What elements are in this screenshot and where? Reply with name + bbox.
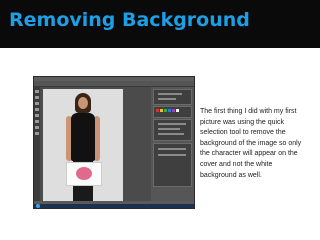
windows-taskbar: [34, 204, 194, 208]
swatch: [172, 109, 175, 112]
character-top: [71, 113, 95, 161]
image-canvas: [43, 89, 123, 201]
held-drawing: [66, 162, 102, 186]
tool-button: [35, 108, 39, 111]
photoshop-screenshot: [33, 76, 195, 209]
swatch: [176, 109, 179, 112]
panel-row: [158, 93, 182, 95]
slide-title: Removing Background: [9, 9, 250, 31]
tool-button: [35, 96, 39, 99]
swatch: [164, 109, 167, 112]
swatch: [156, 109, 159, 112]
panel-row: [158, 123, 186, 125]
slide-title-bar: Removing Background: [0, 0, 320, 48]
quick-selection-tool-icon: [35, 102, 39, 105]
tool-button: [35, 132, 39, 135]
tool-button: [35, 114, 39, 117]
pink-drawing-mark: [76, 167, 92, 180]
swatch: [168, 109, 171, 112]
tool-button: [35, 126, 39, 129]
swatch: [160, 109, 163, 112]
color-swatches-icon: [153, 106, 192, 118]
layer-row: [158, 148, 186, 150]
layers-panel: [153, 143, 192, 187]
character-face: [78, 97, 88, 109]
toolbox-icon: [34, 87, 40, 201]
tool-button: [35, 120, 39, 123]
layers-panel-icon: [151, 87, 194, 201]
slide-body-text: The first thing I did with my first pict…: [200, 108, 302, 179]
panel-row: [158, 133, 184, 135]
panel-row: [158, 128, 180, 130]
windows-start-icon: [36, 204, 40, 208]
color-panel: [153, 89, 192, 105]
panel-row: [158, 98, 176, 100]
adjustments-panel: [153, 119, 192, 141]
tool-button: [35, 90, 39, 93]
layer-row: [158, 154, 186, 156]
